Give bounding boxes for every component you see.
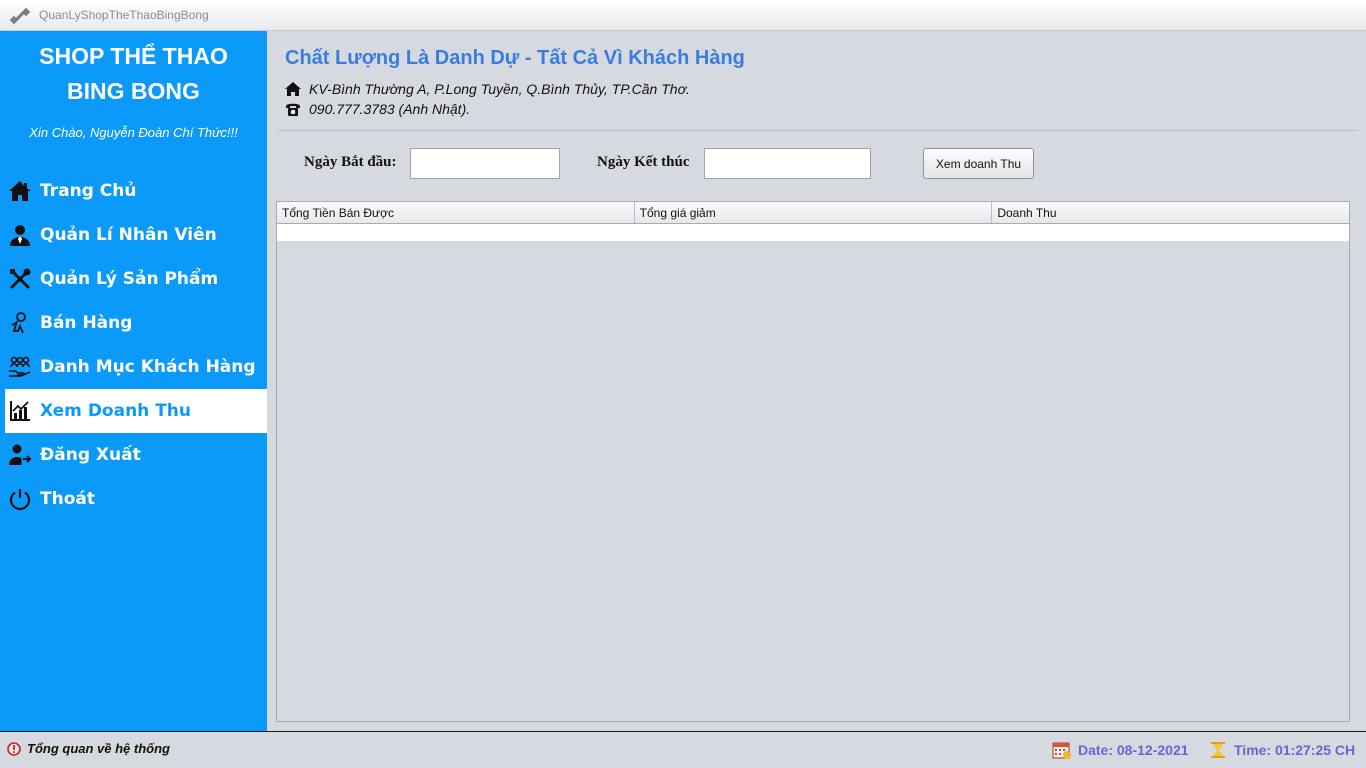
column-header-revenue[interactable]: Doanh Thu	[992, 202, 1349, 223]
calendar-icon	[1052, 740, 1072, 760]
sidebar-item-label: Quản Lý Sản Phẩm	[40, 269, 219, 289]
start-date-label: Ngày Bắt đầu:	[304, 154, 397, 170]
sidebar-item-exit[interactable]: Thoát	[5, 477, 267, 521]
window-titlebar: QuanLyShopTheThaoBingBong	[0, 0, 1366, 31]
tools-icon	[5, 266, 35, 292]
sidebar-item-label: Xem Doanh Thu	[40, 401, 191, 421]
sidebar-item-employees[interactable]: Quản Lí Nhân Viên	[5, 213, 267, 257]
phone-icon	[285, 101, 301, 117]
user-tie-icon	[5, 222, 35, 248]
status-bar: Tổng quan về hệ thống Date: 08-12-2021 T…	[0, 731, 1366, 768]
brand-line-1: SHOP THỂ THAO	[39, 43, 228, 69]
power-icon	[5, 486, 35, 512]
sidebar: SHOP THỂ THAO BING BONG Xin Chào, Nguyễn…	[0, 31, 267, 731]
brand-line-2: BING BONG	[67, 78, 200, 104]
sidebar-item-logout[interactable]: Đăng Xuất	[5, 433, 267, 477]
sidebar-item-label: Trang Chủ	[40, 181, 137, 201]
column-header-total-discount[interactable]: Tổng giá giảm	[635, 202, 993, 223]
table-empty-row[interactable]	[277, 224, 1349, 241]
brand-title: SHOP THỂ THAO BING BONG	[0, 39, 267, 109]
address-line: KV-Bình Thường A, P.Long Tuyền, Q.Bình T…	[285, 81, 690, 97]
sidebar-item-sales[interactable]: Bán Hàng	[5, 301, 267, 345]
system-overview-text: Tổng quan về hệ thống	[27, 741, 170, 756]
sidebar-item-customers[interactable]: Danh Mục Khách Hàng	[5, 345, 267, 389]
window-title: QuanLyShopTheThaoBingBong	[39, 8, 209, 22]
sidebar-item-products[interactable]: Quản Lý Sản Phẩm	[5, 257, 267, 301]
address-text: KV-Bình Thường A, P.Long Tuyền, Q.Bình T…	[309, 81, 690, 97]
system-overview: Tổng quan về hệ thống	[7, 741, 170, 756]
phone-text: 090.777.3783 (Anh Nhật).	[309, 101, 471, 117]
sidebar-item-home[interactable]: Trang Chủ	[5, 169, 267, 213]
dumbbell-icon	[9, 5, 31, 27]
phone-line: 090.777.3783 (Anh Nhật).	[285, 101, 470, 117]
logout-user-icon	[5, 442, 35, 468]
hourglass-icon	[1208, 740, 1228, 760]
customers-hand-icon	[5, 354, 35, 380]
info-icon	[7, 741, 21, 756]
revenue-table[interactable]: Tổng Tiền Bán Được Tổng giá giảm Doanh T…	[276, 201, 1350, 722]
column-header-total-sales[interactable]: Tổng Tiền Bán Được	[277, 202, 635, 223]
table-header: Tổng Tiền Bán Được Tổng giá giảm Doanh T…	[277, 202, 1349, 224]
main-panel: Chất Lượng Là Danh Dự - Tất Cả Vì Khách …	[267, 31, 1366, 731]
sidebar-item-label: Bán Hàng	[40, 313, 133, 333]
start-date-input[interactable]	[410, 148, 560, 179]
header-divider	[278, 130, 1358, 131]
home-icon	[5, 178, 35, 204]
end-date-input[interactable]	[704, 148, 871, 179]
date-display: Date: 08-12-2021	[1052, 740, 1189, 760]
sell-icon	[5, 310, 35, 336]
view-revenue-button[interactable]: Xem doanh Thu	[923, 148, 1034, 179]
sidebar-item-label: Thoát	[40, 489, 95, 509]
date-text: Date: 08-12-2021	[1078, 742, 1189, 758]
revenue-chart-icon	[5, 398, 35, 424]
sidebar-item-label: Danh Mục Khách Hàng	[40, 357, 256, 377]
end-date-label: Ngày Kết thúc	[597, 154, 690, 170]
sidebar-item-label: Đăng Xuất	[40, 445, 141, 465]
greeting-text: Xin Chào, Nguyễn Đoàn Chí Thức!!!	[29, 125, 238, 140]
sidebar-item-revenue[interactable]: Xem Doanh Thu	[5, 389, 267, 433]
home-icon	[285, 81, 301, 97]
time-display: Time: 01:27:25 CH	[1208, 740, 1355, 760]
slogan-heading: Chất Lượng Là Danh Dự - Tất Cả Vì Khách …	[285, 47, 745, 69]
time-text: Time: 01:27:25 CH	[1234, 742, 1356, 758]
sidebar-item-label: Quản Lí Nhân Viên	[40, 225, 217, 245]
